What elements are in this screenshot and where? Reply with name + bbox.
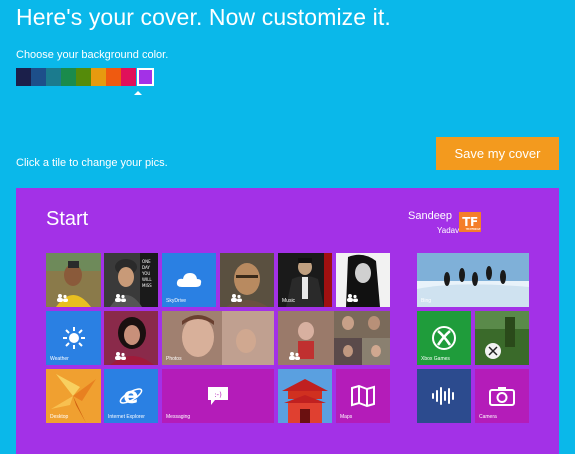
tile-internet-explorer[interactable]: e Internet Explorer: [104, 369, 158, 423]
photo-pagoda: [278, 369, 332, 423]
people-icon: [115, 294, 126, 302]
color-swatch-9[interactable]: [137, 68, 154, 86]
internet-explorer-icon: e: [119, 384, 143, 408]
tile-photo-man-bald[interactable]: [220, 253, 274, 307]
photo-woman: [104, 311, 158, 365]
people-icon: [57, 294, 68, 302]
tile-camera[interactable]: Camera: [475, 369, 529, 423]
photo-man-turban: ONE DAY YOU WILL MISS: [104, 253, 158, 307]
tile-photo-man-yellow[interactable]: [46, 253, 101, 307]
click-tile-hint: Click a tile to change your pics.: [16, 157, 168, 169]
tile-skydrive[interactable]: SkyDrive: [162, 253, 216, 307]
svg-text::-): :-): [214, 391, 222, 399]
cloud-icon: [176, 273, 202, 287]
svg-text:YOU: YOU: [141, 271, 150, 276]
tile-desktop[interactable]: Desktop: [46, 369, 101, 423]
color-swatch-8[interactable]: [121, 68, 136, 86]
svg-text:e: e: [124, 384, 139, 408]
tile-maps[interactable]: Maps: [336, 369, 390, 423]
photo-man-yellow: [46, 253, 101, 307]
tile-weather[interactable]: Weather: [46, 311, 101, 365]
people-icon: [231, 294, 242, 302]
color-swatch-6[interactable]: [91, 68, 106, 86]
cover-preview: Start Sandeep Yadav TF TECHFRIDGE ONE DA…: [16, 188, 559, 454]
tile-audio[interactable]: [417, 369, 471, 423]
tile-people-collage[interactable]: [278, 311, 390, 365]
color-swatch-2[interactable]: [31, 68, 46, 86]
svg-text:WILL: WILL: [142, 277, 152, 282]
tile-audio-icon-wrap: [417, 369, 471, 423]
svg-text:DAY: DAY: [142, 265, 150, 270]
color-swatch-4[interactable]: [61, 68, 76, 86]
tile-xbox-label: Xbox Games: [421, 356, 450, 362]
people-icon: [115, 352, 126, 360]
color-swatch-1[interactable]: [16, 68, 31, 86]
sound-wave-icon: [432, 387, 454, 405]
map-icon: [351, 385, 375, 407]
color-swatch-list: [16, 68, 154, 86]
start-label: Start: [46, 208, 89, 230]
xbox-icon: [432, 326, 456, 350]
people-icon: [289, 352, 300, 360]
tile-maps-label: Maps: [340, 414, 353, 420]
tile-music[interactable]: Music: [278, 253, 332, 307]
tile-bing-label: Bing: [421, 298, 432, 304]
choose-color-label: Choose your background color.: [16, 49, 169, 61]
tile-ie-label: Internet Explorer: [108, 414, 145, 420]
sun-icon: [62, 327, 85, 349]
selected-swatch-caret: [134, 91, 142, 95]
tile-skydrive-label: SkyDrive: [166, 298, 187, 304]
svg-text:ONE: ONE: [142, 259, 151, 264]
photo-penguins: [417, 253, 529, 307]
color-swatch-5[interactable]: [76, 68, 91, 86]
photo-woman-bw: [336, 253, 390, 307]
svg-text:MISS: MISS: [142, 283, 152, 288]
tile-xbox-games[interactable]: Xbox Games: [417, 311, 471, 365]
tile-weather-label: Weather: [50, 356, 69, 362]
tile-music-label: Music: [282, 298, 296, 304]
photo-football: [475, 311, 529, 365]
tile-photos[interactable]: Photos: [162, 311, 274, 365]
tile-messaging[interactable]: :-) Messaging: [162, 369, 274, 423]
page-title: Here's your cover. Now customize it.: [16, 4, 391, 30]
tile-photo-woman-bw[interactable]: [336, 253, 390, 307]
tile-photo-pagoda[interactable]: [278, 369, 332, 423]
user-logo-subtext: TECHFRIDGE: [465, 227, 481, 231]
tile-messaging-label: Messaging: [166, 414, 191, 420]
camera-icon: [489, 387, 515, 406]
user-last-name: Yadav: [437, 226, 460, 235]
color-swatch-3[interactable]: [46, 68, 61, 86]
tile-photo-man-turban[interactable]: ONE DAY YOU WILL MISS: [104, 253, 158, 307]
tile-photo-football[interactable]: [475, 311, 529, 365]
people-icon: [347, 294, 358, 302]
tile-desktop-label: Desktop: [50, 414, 69, 420]
messaging-icon: :-): [208, 387, 228, 405]
color-swatch-7[interactable]: [106, 68, 121, 86]
photo-man-bald: [220, 253, 274, 307]
tile-photos-label: Photos: [166, 356, 182, 362]
user-logo: TF TECHFRIDGE: [459, 212, 481, 232]
save-cover-button[interactable]: Save my cover: [436, 137, 559, 170]
tile-photo-woman[interactable]: [104, 311, 158, 365]
tile-camera-label: Camera: [479, 414, 497, 420]
tile-bing[interactable]: Bing: [417, 253, 529, 307]
user-first-name: Sandeep: [408, 210, 453, 222]
